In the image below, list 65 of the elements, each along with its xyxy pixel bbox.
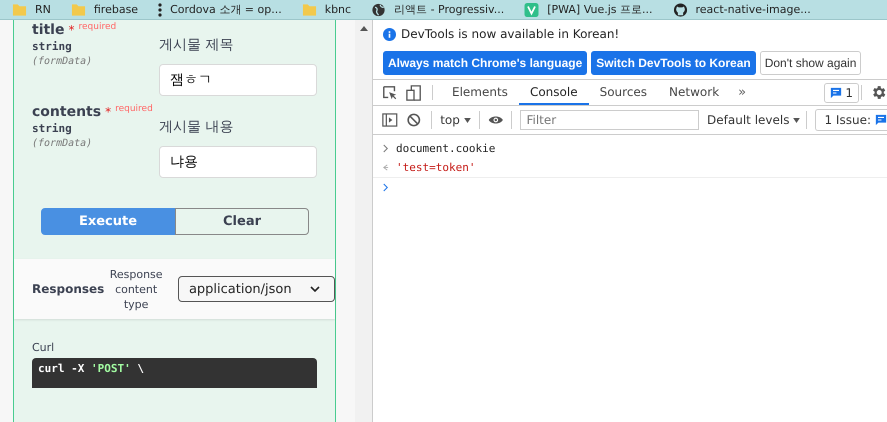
info-icon <box>383 28 396 40</box>
infobar-button[interactable]: Always match Chrome's language <box>383 51 588 75</box>
bookmark[interactable]: RN <box>12 0 51 19</box>
cat-logo-icon <box>672 3 688 17</box>
folder-icon <box>12 3 27 17</box>
filter-field[interactable]: Filter <box>520 110 700 130</box>
code-block: curl -X 'POST' \ <box>32 358 317 388</box>
required-label: required <box>115 104 153 114</box>
dots-icon <box>158 3 162 17</box>
parameter-type: string <box>32 122 73 135</box>
inspect-icon[interactable] <box>382 84 398 100</box>
input-field[interactable]: 냐용 <box>159 146 317 178</box>
devtools-tab[interactable]: Network <box>658 80 730 105</box>
infobar-button[interactable]: Switch DevTools to Korean <box>591 51 756 75</box>
context-dropdown[interactable]: top <box>440 113 471 127</box>
devtools-tab[interactable]: Console <box>518 80 589 105</box>
parameter-name: title <box>32 22 64 38</box>
parameter-name: contents <box>32 104 102 120</box>
issues-button[interactable]: 1 Issue: <box>815 109 887 131</box>
console-text: 'test=token' <box>396 161 476 174</box>
devtools-tab[interactable]: Elements <box>441 80 519 105</box>
sidebar-toggle-icon[interactable] <box>382 112 398 128</box>
bookmark[interactable]: 리액트 - Progressiv... <box>371 0 504 19</box>
levels-dropdown[interactable]: Default levels <box>707 113 800 127</box>
parameter-location: (formData) <box>32 56 94 67</box>
dropdown-arrow-icon <box>464 118 471 122</box>
content-type-select[interactable]: application/json <box>178 276 335 302</box>
eye-icon[interactable] <box>488 115 504 125</box>
scroll-up-icon[interactable] <box>360 26 368 31</box>
responses-title: Responses <box>32 282 104 296</box>
folder-icon <box>302 3 317 17</box>
result-arrow-icon <box>382 163 389 172</box>
required-mark: * <box>68 23 74 37</box>
required-mark: * <box>105 105 112 119</box>
scrollbar[interactable] <box>355 20 372 422</box>
content-type-label: Response content type <box>108 266 164 312</box>
prompt-chevron-icon[interactable] <box>382 183 389 192</box>
device-icon[interactable] <box>406 84 422 100</box>
parameter-description: 게시물 내용 <box>159 118 234 136</box>
bookmark[interactable]: Cordova 소개 = op... <box>158 0 282 19</box>
message-icon <box>830 86 842 98</box>
input-field[interactable]: 잼ㅎㄱ <box>159 64 317 96</box>
curl-label: Curl <box>32 341 56 354</box>
bookmark[interactable]: firebase <box>70 0 138 19</box>
dropdown-arrow-icon <box>793 118 800 122</box>
console-text: document.cookie <box>396 142 496 155</box>
globe-icon <box>371 3 386 17</box>
info-message: DevTools is now available in Korean! <box>401 27 620 41</box>
bookmark[interactable]: [PWA] Vue.js 프로... <box>524 0 652 19</box>
v-logo-icon <box>524 3 540 17</box>
input-chevron-icon <box>382 144 389 153</box>
more-tabs[interactable]: » <box>730 85 754 100</box>
parameter-location: (formData) <box>32 138 94 149</box>
chevron-down-icon <box>310 286 320 292</box>
messages-badge[interactable]: 1 <box>824 82 859 102</box>
action-button[interactable]: Clear <box>175 208 309 235</box>
required-label: required <box>78 22 116 32</box>
parameter-type: string <box>32 40 73 53</box>
parameter-description: 게시물 제목 <box>159 36 234 54</box>
infobar-button[interactable]: Don't show again <box>760 51 862 75</box>
clear-console-icon[interactable] <box>406 112 422 128</box>
bookmark[interactable]: react-native-image... <box>672 0 811 19</box>
bookmark[interactable]: kbnc <box>302 0 352 19</box>
devtools-tab[interactable]: Sources <box>588 80 658 105</box>
folder-icon <box>70 3 86 17</box>
